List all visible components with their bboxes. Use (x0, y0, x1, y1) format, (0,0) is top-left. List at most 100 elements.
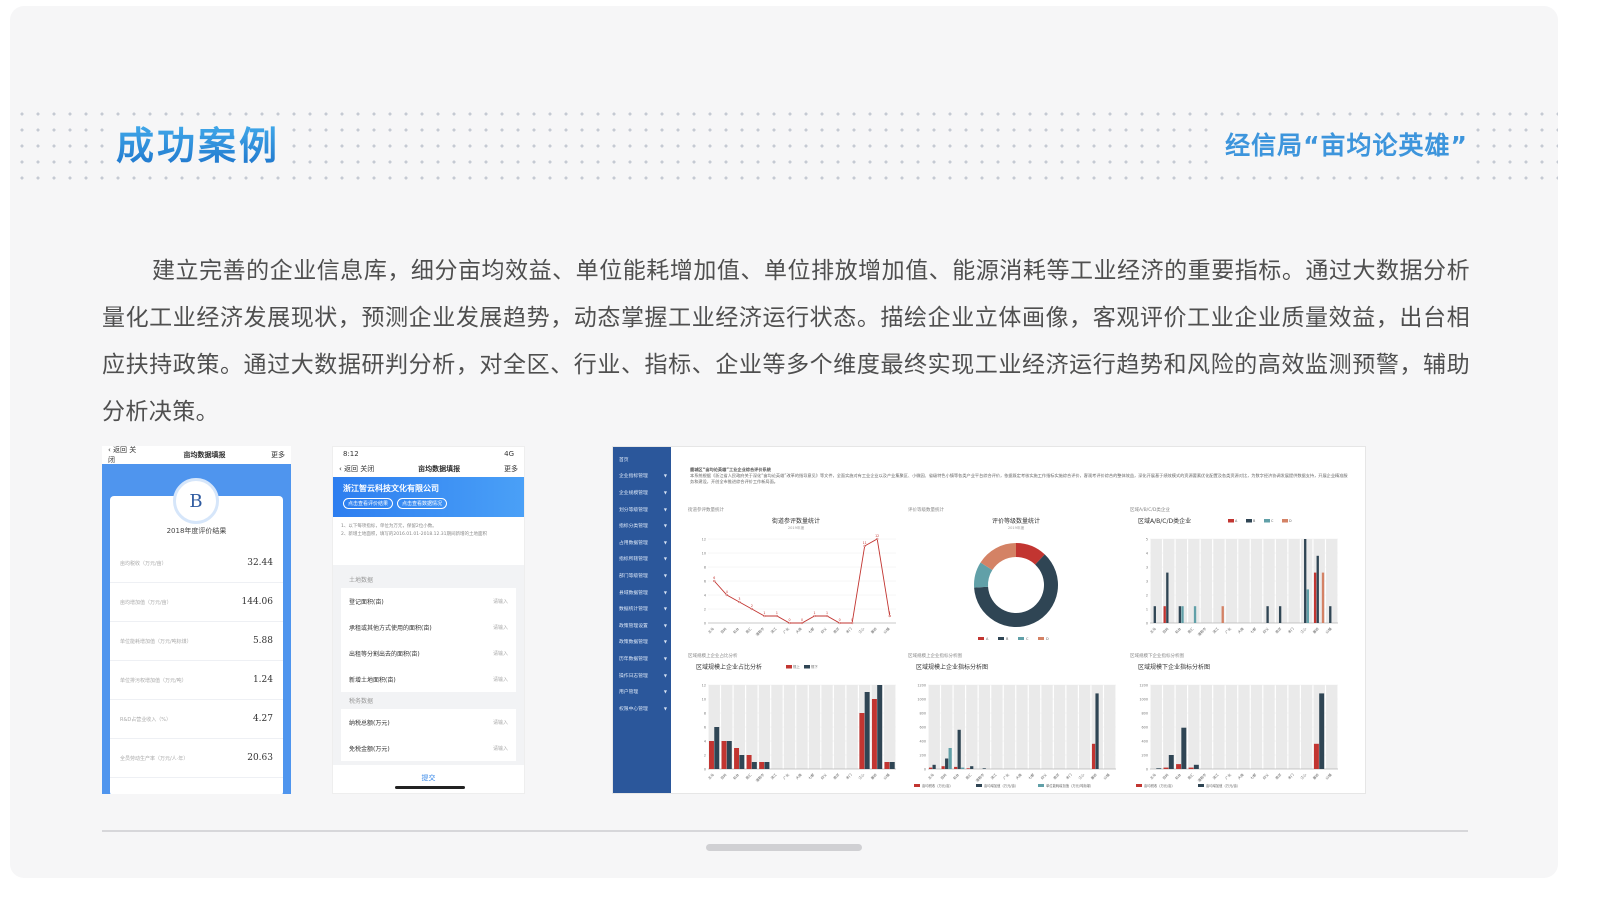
submit-button[interactable]: 提交 (333, 767, 524, 793)
legend-label: C (1271, 519, 1274, 523)
view-data-button[interactable]: 点击查看数据情况 (397, 498, 448, 509)
sidebar-item[interactable]: 部门等级管理 ▼ (613, 567, 671, 584)
scroll-indicator[interactable] (706, 844, 862, 851)
chart-panel: 街道参评数量统计 街道参评数量统计 2019年度 0 2 4 6 8 10 12 五马 双屿 松台 南汇蒲… (686, 505, 906, 645)
form-field[interactable]: 登记面积(亩) 请输入 (341, 588, 516, 614)
line-point (750, 607, 754, 611)
category-band (1238, 685, 1250, 769)
phone2-more[interactable]: 更多 (504, 464, 518, 474)
sidebar-item[interactable]: 企业指标管理 ▼ (613, 468, 671, 485)
legend-swatch (1038, 637, 1044, 640)
sidebar-item[interactable]: 政策数据管理 ▼ (613, 634, 671, 651)
field-placeholder: 请输入 (492, 598, 508, 605)
chevron-down-icon: ▼ (663, 589, 667, 595)
category-band (783, 685, 796, 769)
y-tick-label: 0 (704, 622, 706, 626)
x-tick-label: 蒲鞋市 (1196, 772, 1207, 783)
sidebar-item[interactable]: 用户管理 ▼ (613, 683, 671, 700)
category-band (1003, 685, 1016, 769)
chevron-down-icon: ▼ (663, 689, 667, 695)
bar (1163, 767, 1169, 769)
view-result-button[interactable]: 点击查看评价结果 (343, 498, 394, 509)
bar (970, 766, 974, 769)
sidebar-item-label: 首页 (619, 457, 629, 463)
y-tick-label: 3 (1146, 566, 1148, 570)
x-tick-label: 蒲鞋市 (754, 772, 765, 783)
phone1-more[interactable]: 更多 (271, 450, 285, 460)
chart-svg: 区域规模上企业占比分析区域规模上企业占比分析024681012五马 双屿 松台 南汇蒲… (688, 652, 896, 783)
category-band (1053, 685, 1066, 769)
sidebar-item[interactable]: 数据统计管理 ▼ (613, 600, 671, 617)
form-field[interactable]: 出租等分割出去的面积(亩) 请输入 (341, 640, 516, 666)
field-label: 免税金额(万元) (349, 745, 390, 753)
legend-swatch (804, 665, 810, 669)
line-point (800, 621, 804, 625)
legend-label: 亩均增加值（万元/亩） (984, 783, 1018, 788)
slide: 成功案例 经信局“亩均论英雄” 建立完善的企业信息库，细分亩均效益、单位能耗增加… (10, 6, 1558, 878)
chart-subtitle: 2019年度 (788, 525, 805, 530)
x-tick-label: 广化 (1224, 626, 1233, 635)
x-tick-label: 滨江 (769, 626, 778, 635)
chevron-down-icon: ▼ (663, 523, 667, 529)
x-tick-label: 双屿 (719, 626, 728, 635)
category-band (884, 685, 896, 769)
legend-swatch (1038, 784, 1044, 787)
legend-swatch (1228, 519, 1234, 523)
form-field[interactable]: 新增土地面积(亩) 请输入 (341, 666, 516, 692)
sidebar-item-label: 划分等级管理 (619, 507, 648, 513)
x-tick-label: 藤桥 (870, 626, 879, 635)
dashboard-screenshot: 首页 企业指标管理 ▼ 企业规模管理 ▼ 划分等级管理 ▼ 指标分类管理 ▼ 占用数据管理 ▼ 指标所… (612, 446, 1366, 794)
category-band (1213, 685, 1225, 769)
phone2-navbar: ‹ 返回 关闭 亩均数据填报 更多 (333, 461, 524, 477)
phone2-back-link[interactable]: ‹ 返回 关闭 (339, 464, 374, 474)
legend-swatch (978, 637, 984, 640)
legend-swatch (998, 637, 1004, 640)
title-wrap: 成功案例 (106, 118, 291, 174)
data-label: 4 (726, 590, 728, 594)
form-field[interactable]: 承租或其他方式使用的面积(亩) 请输入 (341, 614, 516, 640)
sidebar-item[interactable]: 操作日志管理 ▼ (613, 667, 671, 684)
field-label: 登记面积(亩) (349, 598, 384, 606)
bar (1306, 589, 1309, 623)
chevron-down-icon: ▼ (663, 705, 667, 711)
bar (1095, 693, 1099, 769)
category-band (978, 685, 991, 769)
legend-label: D (1289, 519, 1292, 523)
x-tick-label: 仰义 (1039, 772, 1048, 781)
sidebar-item[interactable]: 划分等级管理 ▼ (613, 501, 671, 518)
line-point (863, 544, 866, 548)
sidebar-item-label: 指标所辖管理 (619, 557, 648, 563)
sidebar-item[interactable]: 权限中心管理 ▼ (613, 700, 671, 717)
sidebar-item[interactable]: 首页 (613, 451, 671, 468)
legend-swatch (1136, 784, 1142, 787)
bar (1304, 539, 1307, 623)
y-tick-label: 0 (704, 768, 706, 772)
category-band (1250, 685, 1263, 769)
sidebar-item[interactable]: 政策管理设置 ▼ (613, 617, 671, 634)
category-band (991, 685, 1003, 769)
category-band (821, 685, 833, 769)
sidebar-item[interactable]: 占用数据管理 ▼ (613, 534, 671, 551)
bar (954, 766, 958, 769)
legend-label: 亩均税收（万元/亩） (922, 783, 953, 788)
sidebar-item[interactable]: 企业规模管理 ▼ (613, 484, 671, 501)
sidebar-item[interactable]: 指标分类管理 ▼ (613, 517, 671, 534)
chevron-down-icon: ▼ (663, 672, 667, 678)
legend-label: 亩均税收（万元/亩） (1144, 783, 1175, 788)
x-tick-label: 丰门 (845, 626, 854, 635)
bar (871, 699, 877, 769)
legend-swatch (1198, 784, 1204, 787)
sidebar-item[interactable]: 历年数据管理 ▼ (613, 650, 671, 667)
form-field[interactable]: 纳税总额(万元) 请输入 (341, 709, 516, 735)
sidebar-item[interactable]: 县域数据管理 ▼ (613, 584, 671, 601)
dashboard-intro: 鹿城区“亩均论英雄”工业企业综合评价系统 本系统根据《浙江省人民政府关于深化“亩… (690, 467, 1350, 485)
form-body: 土地数据 登记面积(亩) 请输入 承租或其他方式使用的面积(亩) 请输入 出租等分割出去… (333, 565, 524, 765)
x-tick-label: 藤桥 (870, 772, 879, 781)
line-point (888, 614, 891, 618)
phone1-back-link[interactable]: ‹ 返回 关闭 (108, 446, 138, 465)
sidebar-item-label: 权限中心管理 (619, 706, 648, 712)
y-tick-label: 4 (1146, 552, 1148, 556)
form-field[interactable]: 免税金额(万元) 请输入 (341, 735, 516, 761)
sidebar-item[interactable]: 指标所辖管理 ▼ (613, 551, 671, 568)
category-band (928, 685, 940, 769)
